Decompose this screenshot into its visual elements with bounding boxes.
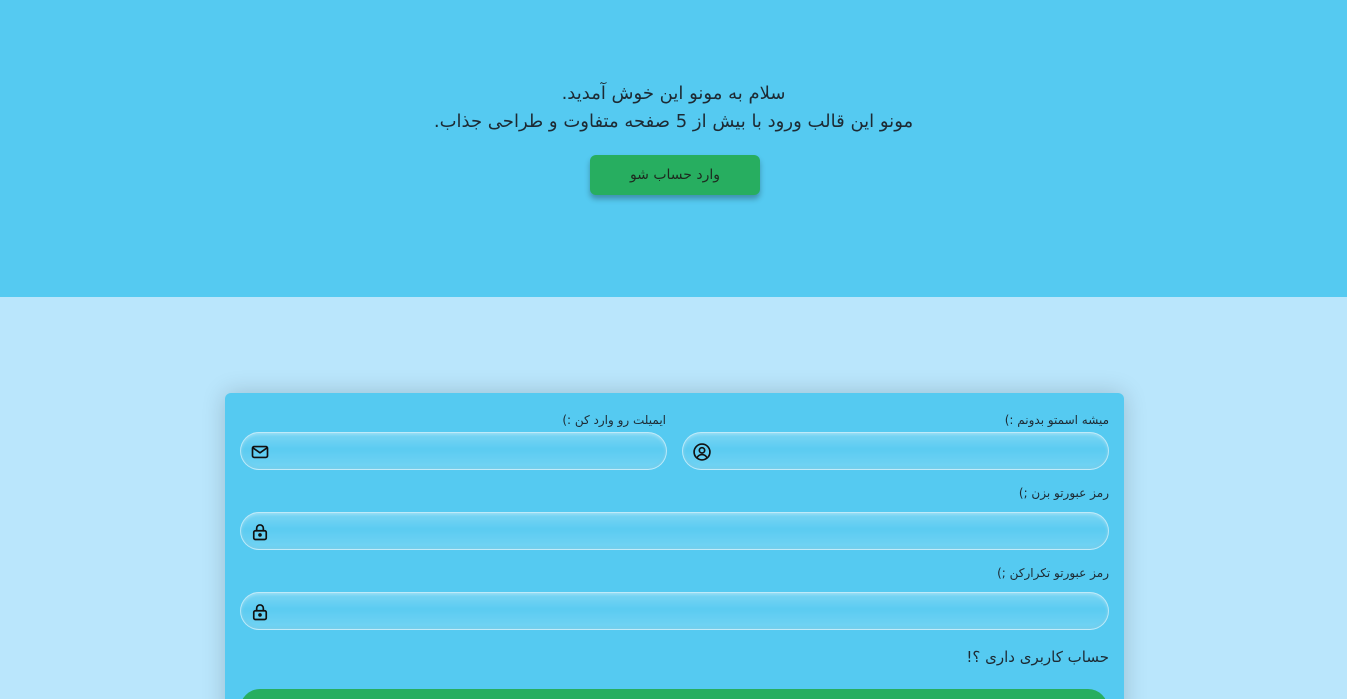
hero-description-line: مونو این قالب ورود با بیش از 5 صفحه متفا… [433, 111, 914, 132]
name-input[interactable] [727, 433, 1094, 469]
user-circle-icon [692, 442, 712, 462]
hero-section: سلام به مونو این خوش آمدید. مونو این قال… [0, 0, 1347, 297]
email-field-label: ایمیلت رو وارد کن :) [562, 413, 666, 427]
hero-text: سلام به مونو این خوش آمدید. مونو این قال… [0, 80, 1347, 136]
signup-card: میشه اسمتو بدونم :) ایمیلت رو وارد کن :)… [225, 393, 1124, 699]
name-field[interactable] [682, 432, 1109, 470]
submit-button[interactable] [240, 689, 1108, 699]
password-field-label: رمز عبورتو بزن ;) [1018, 486, 1109, 500]
lock-icon [250, 522, 270, 542]
email-field[interactable] [240, 432, 667, 470]
password-repeat-field[interactable] [240, 592, 1109, 630]
password-repeat-field-label: رمز عبورتو تکرارکن ;) [997, 566, 1109, 580]
name-field-label: میشه اسمتو بدونم :) [1004, 413, 1109, 427]
email-input[interactable] [285, 433, 652, 469]
envelope-icon [250, 442, 270, 462]
hero-welcome-line: سلام به مونو این خوش آمدید. [561, 83, 786, 104]
password-input[interactable] [285, 513, 1094, 549]
password-field[interactable] [240, 512, 1109, 550]
have-account-link[interactable]: حساب کاربری داری ؟! [966, 648, 1109, 666]
password-repeat-input[interactable] [285, 593, 1094, 629]
login-button[interactable]: وارد حساب شو [590, 155, 760, 195]
lock-icon [250, 602, 270, 622]
